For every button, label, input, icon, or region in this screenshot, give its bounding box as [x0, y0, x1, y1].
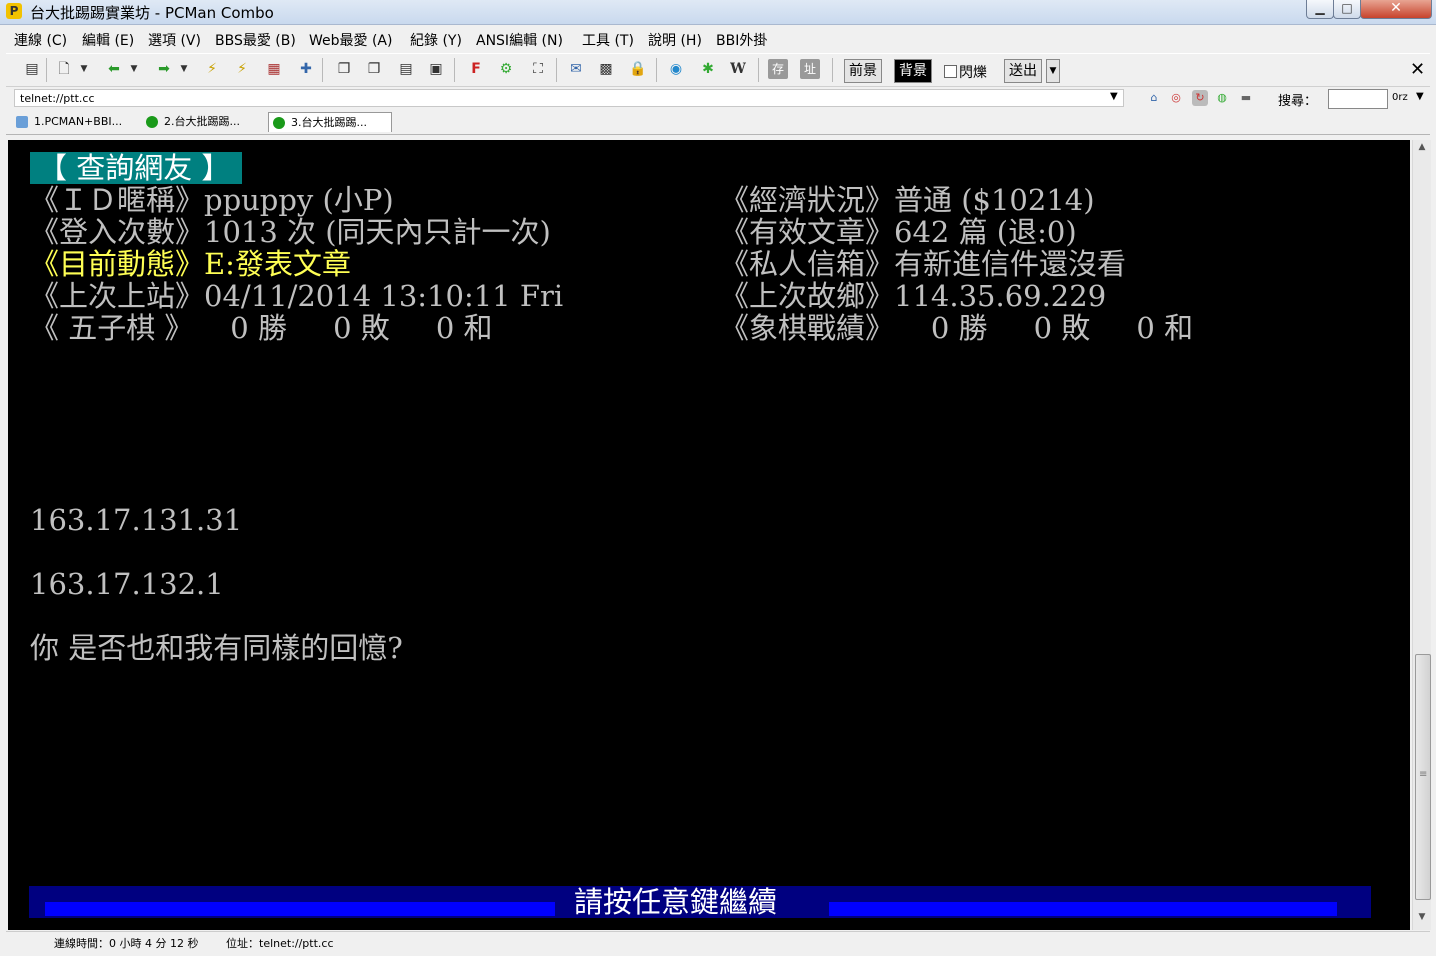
search-engine-icon[interactable]: ◉	[666, 59, 686, 79]
fullscreen-icon[interactable]: ⛶	[528, 59, 548, 79]
green-dot-icon	[146, 116, 158, 128]
settings-gear-icon[interactable]: ⚙	[496, 59, 516, 79]
reconnect-icon[interactable]: ⚡	[202, 59, 222, 79]
plan-line: 163.17.132.1	[30, 567, 224, 601]
forward-arrow-icon[interactable]: ➡	[154, 59, 174, 79]
chevron-down-icon[interactable]: ▼	[128, 59, 140, 79]
menu-connect[interactable]: 連線 (C)	[14, 30, 67, 50]
chevron-down-icon[interactable]: ▼	[78, 59, 90, 79]
address-input[interactable]: telnet://ptt.cc	[14, 89, 1124, 107]
menu-web-favorites[interactable]: Web最愛 (A)	[309, 30, 392, 50]
add-favorite-icon[interactable]: ✚	[296, 59, 316, 79]
status-address: 位址：telnet://ptt.cc	[226, 937, 334, 950]
menu-help[interactable]: 說明 (H)	[648, 30, 702, 50]
tab-pcman-bbi[interactable]: 1.PCMAN+BBI...	[12, 112, 134, 132]
send-button[interactable]: 送出	[1004, 59, 1042, 83]
tab-label: 2.台大批踢踢...	[164, 115, 240, 128]
back-arrow-icon[interactable]: ⬅	[104, 59, 124, 79]
toolbar: ▤ 🗋 ▼ ⬅ ▼ ➡ ▼ ⚡ ⚡ ▦ ✚ ❐ ❐ ▤ ▣ F ⚙ ⛶ ✉ ▩ …	[6, 53, 1430, 87]
menu-bbs-favorites[interactable]: BBS最愛 (B)	[215, 30, 296, 50]
wikipedia-icon[interactable]: W	[728, 59, 748, 79]
tab-bar: 1.PCMAN+BBI... 2.台大批踢踢... 3.台大批踢踢...	[6, 110, 1430, 135]
mailbox-status: 《私人信箱》有新進信件還沒看	[720, 247, 1127, 281]
foreground-color-button[interactable]: 前景	[844, 59, 882, 83]
menu-bbi-plugin[interactable]: BBI外掛	[716, 30, 767, 50]
menu-ansi-edit[interactable]: ANSI編輯 (N)	[476, 30, 563, 50]
chevron-down-icon[interactable]: ▼	[1110, 91, 1118, 102]
blink-label: 閃爍	[959, 65, 987, 81]
press-any-key-text: 請按任意鍵繼續	[574, 885, 778, 919]
pcman-logo-icon: P	[6, 3, 22, 19]
tab-ptt-3[interactable]: 3.台大批踢踢...	[268, 112, 392, 132]
window-titlebar[interactable]: P 台大批踢踢實業坊 - PCMan Combo ▁ □ ✕	[0, 0, 1436, 25]
block-icon[interactable]: ▦	[264, 59, 284, 79]
background-color-button[interactable]: 背景	[894, 59, 932, 83]
copy-ansi-icon[interactable]: ▤	[396, 59, 416, 79]
new-connection-icon[interactable]: 🗋	[54, 59, 74, 79]
stop-icon[interactable]: ◎	[1168, 90, 1184, 106]
menubar: 連線 (C) 編輯 (E) 選項 (V) BBS最愛 (B) Web最愛 (A)…	[6, 28, 1430, 50]
valid-posts: 《有效文章》642 篇 (退:0)	[720, 215, 1077, 249]
scroll-up-arrow-icon[interactable]: ▲	[1413, 142, 1431, 156]
paste-icon[interactable]: ❐	[364, 59, 384, 79]
scroll-down-arrow-icon[interactable]: ▼	[1413, 912, 1431, 926]
search-label: 搜尋：	[1278, 94, 1318, 109]
close-button[interactable]: ✕	[1360, 0, 1432, 19]
blink-checkbox[interactable]	[944, 65, 957, 78]
search-engine-label[interactable]: 0rz	[1392, 92, 1408, 103]
scrollbar-thumb[interactable]: ≡	[1415, 654, 1431, 900]
tab-label: 3.台大批踢踢...	[291, 116, 367, 129]
current-activity: 《目前動態》E:發表文章	[30, 247, 351, 281]
grip-icon: ≡	[1419, 769, 1428, 780]
query-user-title: 【 查詢網友 】	[30, 152, 243, 184]
plan-line: 你 是否也和我有同樣的回憶?	[30, 631, 403, 665]
maximize-button[interactable]: □	[1333, 0, 1361, 19]
font-icon[interactable]: F	[466, 59, 486, 79]
tab-label: 1.PCMAN+BBI...	[34, 115, 123, 128]
tab-ptt-2[interactable]: 2.台大批踢踢...	[142, 112, 264, 132]
chevron-down-icon[interactable]: ▼	[1046, 59, 1060, 83]
refresh-icon[interactable]: ↻	[1192, 90, 1208, 106]
vertical-scrollbar[interactable]: ▲ ≡ ▼	[1412, 140, 1431, 930]
page-icon	[16, 116, 28, 128]
menu-options[interactable]: 選項 (V)	[148, 30, 201, 50]
chess-record: 《象棋戰績》 0 勝 0 敗 0 和	[720, 311, 1194, 345]
connection-time: 連線時間：0 小時 4 分 12 秒	[54, 937, 199, 950]
gomoku-record: 《 五子棋 》 0 勝 0 敗 0 和	[30, 311, 493, 345]
login-count: 《登入次數》1013 次 (同天內只計一次)	[30, 215, 551, 249]
disconnect-icon[interactable]: ⚡	[232, 59, 252, 79]
close-toolbar-icon[interactable]: ✕	[1410, 59, 1425, 80]
chevron-down-icon[interactable]: ▼	[178, 59, 190, 79]
menu-edit[interactable]: 編輯 (E)	[82, 30, 134, 50]
screenshot-icon[interactable]: ▣	[426, 59, 446, 79]
search-input[interactable]	[1328, 89, 1388, 109]
economy-status: 《經濟狀況》普通 ($10214)	[720, 183, 1095, 217]
last-login: 《上次上站》04/11/2014 13:10:11 Fri	[30, 279, 564, 313]
lock-icon[interactable]: 🔒	[628, 59, 648, 79]
address-bar: telnet://ptt.cc ▼ ⌂ ◎ ↻ ◍ ▬ 搜尋： 0rz ▼	[6, 87, 1430, 109]
plugin-icon[interactable]: ✱	[698, 59, 718, 79]
user-id-nickname: 《ＩＤ暱稱》ppuppy (小P)	[30, 183, 394, 217]
globe-icon[interactable]: ◍	[1214, 90, 1230, 106]
save-icon[interactable]: 存	[768, 59, 788, 79]
home-icon[interactable]: ⌂	[1146, 90, 1162, 106]
green-dot-icon	[273, 117, 285, 129]
minimize-button[interactable]: ▁	[1306, 0, 1334, 19]
window-icon[interactable]: ▬	[1238, 90, 1254, 106]
window-title: 台大批踢踢實業坊 - PCMan Combo	[30, 4, 274, 22]
terminal-screen[interactable]: 【 查詢網友 】 《ＩＤ暱稱》ppuppy (小P) 《經濟狀況》普通 ($10…	[8, 140, 1410, 930]
site-list-icon[interactable]: ▤	[22, 59, 42, 79]
last-ip: 《上次故鄉》114.35.69.229	[720, 279, 1107, 313]
status-bar: 連線時間：0 小時 4 分 12 秒 位址：telnet://ptt.cc	[6, 931, 1430, 952]
plan-line: 163.17.131.31	[30, 503, 243, 537]
copy-icon[interactable]: ❐	[334, 59, 354, 79]
ascii-art-icon[interactable]: ▩	[596, 59, 616, 79]
address-icon[interactable]: 址	[800, 59, 820, 79]
menu-tools[interactable]: 工具 (T)	[582, 30, 634, 50]
press-any-key-bar[interactable]: 請按任意鍵繼續	[29, 886, 1371, 918]
menu-log[interactable]: 紀錄 (Y)	[410, 30, 462, 50]
chevron-down-icon[interactable]: ▼	[1416, 91, 1424, 102]
mail-icon[interactable]: ✉	[566, 59, 586, 79]
